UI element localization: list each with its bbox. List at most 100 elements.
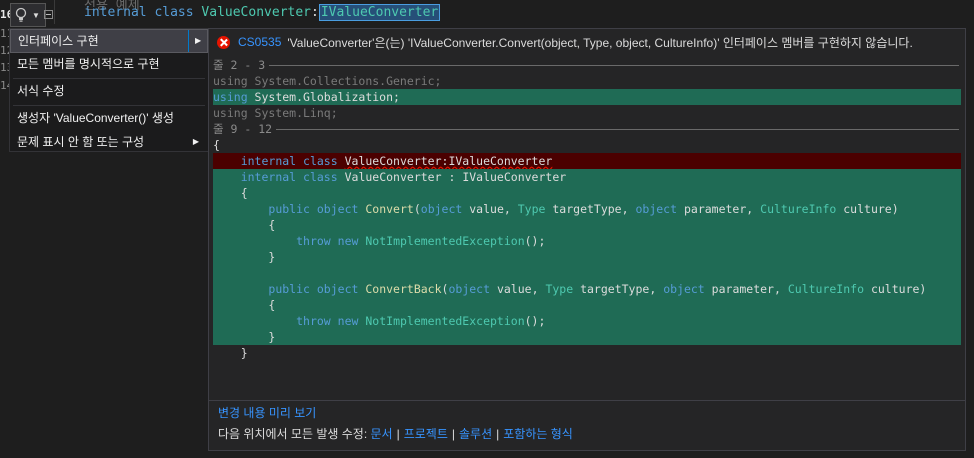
code-diff: 줄 2 - 3 using System.Collections.Generic… <box>213 57 961 397</box>
error-header: CS0535 'ValueConverter'은(는) 'IValueConve… <box>209 29 965 55</box>
keyword: internal <box>240 154 297 168</box>
submenu-arrow[interactable]: ▶ <box>188 30 207 52</box>
hunk-header: 줄 2 - 3 <box>213 57 961 73</box>
menu-item-generate-constructor[interactable]: 생성자 'ValueConverter()' 생성 <box>10 107 208 131</box>
type-name: Type <box>517 202 546 216</box>
diff-line-added: { <box>213 217 961 233</box>
code-text: using System.Linq; <box>213 106 338 120</box>
keyword: public <box>268 282 310 296</box>
diff-line-added: throw new NotImplementedException(); <box>213 233 961 249</box>
code-text: value <box>469 202 504 216</box>
diff-line: using System.Linq; <box>213 105 961 121</box>
keyword: class <box>154 5 194 20</box>
diff-line-added <box>213 265 961 281</box>
code-text: } <box>268 250 276 264</box>
diff-line-added: } <box>213 329 961 345</box>
type-name: CultureInfo <box>760 202 837 216</box>
fix-all-document-link[interactable]: 문서 <box>371 427 393 441</box>
preview-footer: 변경 내용 미리 보기 다음 위치에서 모든 발생 수정: 문서 | 프로젝트 | 솔루… <box>209 400 965 452</box>
keyword: using <box>213 90 248 104</box>
diff-line: { <box>213 137 961 153</box>
code-text: { <box>268 298 276 312</box>
diff-line-added: throw new NotImplementedException(); <box>213 313 961 329</box>
diff-line-removed: internal class ValueConverter:IValueConv… <box>213 153 961 169</box>
menu-item-fix-formatting[interactable]: 서식 수정 <box>10 80 208 104</box>
keyword: object <box>316 282 359 296</box>
chevron-down-icon: ▼ <box>32 10 40 20</box>
diff-line: } <box>213 345 961 361</box>
fix-all-project-link[interactable]: 프로젝트 <box>404 427 448 441</box>
menu-item-label: 모든 멤버를 명시적으로 구현 <box>17 57 160 71</box>
editor-code-line[interactable]: internal class ValueConverter: IValueConv… <box>84 4 441 21</box>
type-name: NotImplementedException <box>365 314 525 328</box>
diff-line-added: public object Convert(object value, Type… <box>213 201 961 217</box>
keyword: object <box>635 202 678 216</box>
code-text: } <box>268 330 276 344</box>
fix-all-solution-link[interactable]: 솔루션 <box>459 427 492 441</box>
error-code-link[interactable]: CS0535 <box>238 35 281 49</box>
hunk-label: 줄 9 - 12 <box>213 122 273 136</box>
keyword: new <box>337 234 359 248</box>
class-name: ValueConverter <box>201 5 311 20</box>
code-text: parameter <box>711 282 774 296</box>
menu-item-label: 생성자 'ValueConverter()' 생성 <box>17 111 174 125</box>
hunk-header: 줄 9 - 12 <box>213 121 961 137</box>
keyword: object <box>316 202 359 216</box>
keyword: object <box>448 282 491 296</box>
code-text: culture <box>870 282 920 296</box>
code-text: targetType <box>552 202 622 216</box>
quick-actions-button[interactable]: ▼ <box>10 3 46 27</box>
menu-separator <box>13 78 205 79</box>
diff-line: using System.Collections.Generic; <box>213 73 961 89</box>
code-text: { <box>240 186 248 200</box>
chevron-right-icon: ▶ <box>195 36 202 45</box>
keyword: class <box>303 170 338 184</box>
code-text: { <box>213 138 220 152</box>
code-text: } <box>240 346 248 360</box>
keyword: internal <box>84 5 147 20</box>
lightbulb-icon <box>15 7 27 22</box>
quick-actions-menu: 인터페이스 구현 ▶ 모든 멤버를 명시적으로 구현 서식 수정 생성자 'Va… <box>9 28 209 152</box>
type-name: Type <box>545 282 574 296</box>
code-text: (); <box>524 314 546 328</box>
code-text: culture <box>843 202 892 216</box>
code-text: System.Globalization; <box>247 90 400 104</box>
error-icon <box>217 35 230 49</box>
menu-separator <box>13 105 205 106</box>
menu-item-implement-explicitly[interactable]: 모든 멤버를 명시적으로 구현 <box>10 53 208 77</box>
code-text: using System.Collections.Generic; <box>213 74 442 88</box>
diff-line-added: internal class ValueConverter : IValueCo… <box>213 169 961 185</box>
keyword: throw <box>296 314 331 328</box>
fix-all-containing-type-link[interactable]: 포함하는 형식 <box>503 427 573 441</box>
selected-interface-name[interactable]: IValueConverter <box>318 4 441 21</box>
keyword: new <box>337 314 359 328</box>
menu-item-implement-interface[interactable]: 인터페이스 구현 ▶ <box>10 29 208 53</box>
code-text: ValueConverter:IValueConverter <box>344 154 553 168</box>
colon: : <box>311 5 319 20</box>
vertical-scrollbar[interactable] <box>966 28 974 458</box>
diff-line-added: public object ConvertBack(object value, … <box>213 281 961 297</box>
keyword: class <box>303 154 338 168</box>
keyword: internal <box>240 170 297 184</box>
code-text: value <box>496 282 532 296</box>
collapse-icon[interactable] <box>44 10 53 19</box>
indent-guide <box>54 0 55 24</box>
menu-item-label: 서식 수정 <box>17 84 65 98</box>
type-name: CultureInfo <box>787 282 865 296</box>
menu-item-suppress-or-configure[interactable]: 문제 표시 안 함 또는 구성 ▶ <box>10 131 208 155</box>
diff-line-added: using System.Globalization; <box>213 89 961 105</box>
hunk-label: 줄 2 - 3 <box>213 58 266 72</box>
preview-panel: CS0535 'ValueConverter'은(는) 'IValueConve… <box>208 28 966 451</box>
method-name: Convert <box>365 202 414 216</box>
diff-line-added: { <box>213 185 961 201</box>
error-message: 'ValueConverter'은(는) 'IValueConverter.Co… <box>287 35 913 50</box>
code-text: : <box>441 170 463 184</box>
keyword: public <box>268 202 310 216</box>
type-name: NotImplementedException <box>365 234 525 248</box>
keyword: throw <box>296 234 331 248</box>
code-text: targetType <box>580 282 650 296</box>
chevron-right-icon: ▶ <box>192 137 199 146</box>
preview-changes-link[interactable]: 변경 내용 미리 보기 <box>218 404 316 421</box>
method-name: ConvertBack <box>365 282 442 296</box>
code-text: parameter <box>683 202 747 216</box>
